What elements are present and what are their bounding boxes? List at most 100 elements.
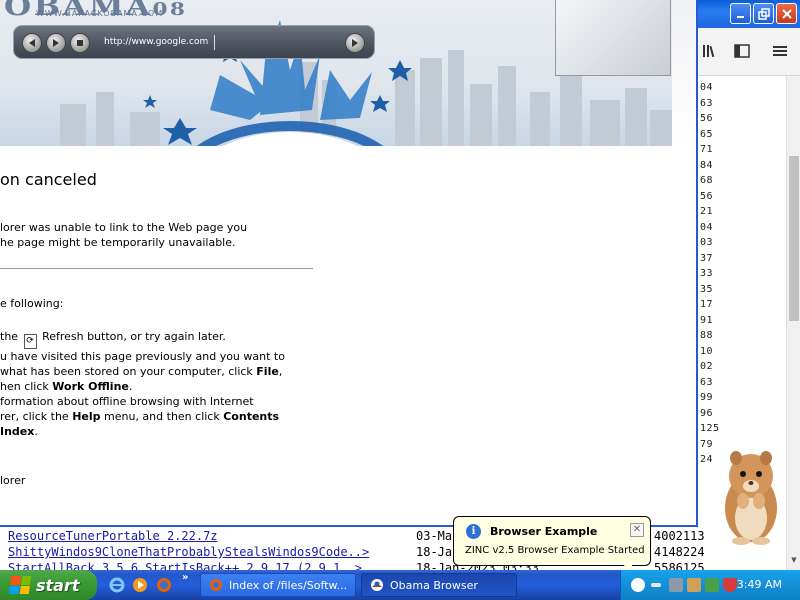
error-title: on canceled bbox=[0, 170, 97, 189]
quick-launch-more-icon[interactable]: » bbox=[182, 572, 188, 583]
file-size-value: 10 bbox=[700, 345, 714, 357]
listing-size: 4002113 bbox=[654, 529, 705, 543]
error-line-2: he page might be temporarily unavailable… bbox=[0, 236, 236, 249]
network-icon[interactable] bbox=[651, 583, 661, 587]
file-size-column: 04 63 56 65 71 84 68 56 21 04 03 37 33 35 17 91 88 10 02 63… bbox=[700, 82, 728, 470]
hamster-tray-icon[interactable] bbox=[687, 578, 701, 592]
error-footer: lorer bbox=[0, 474, 26, 487]
sidebar-icon[interactable] bbox=[732, 42, 752, 60]
balloon-title: Browser Example bbox=[490, 525, 598, 538]
notification-balloon[interactable]: i Browser Example ✕ ZINC v2.5 Browser Ex… bbox=[453, 516, 651, 579]
taskbar: start » Index of /files/Softw... Obama B… bbox=[0, 570, 800, 600]
background-window-titlebar bbox=[690, 0, 800, 28]
visited-line-2: what has been stored on your computer, c… bbox=[0, 365, 283, 378]
task-index-files[interactable]: Index of /files/Softw... bbox=[200, 573, 356, 597]
file-size-value: 65 bbox=[700, 128, 714, 140]
offline-line-1: formation about offline browsing with In… bbox=[0, 395, 254, 408]
text-cursor-icon bbox=[214, 35, 220, 50]
go-arrow-icon bbox=[352, 39, 358, 47]
listing-link[interactable]: ShittyWindos9CloneThatProbablyStealsWind… bbox=[8, 545, 369, 559]
file-size-value: 63 bbox=[700, 97, 714, 109]
file-size-value: 04 bbox=[700, 82, 714, 93]
windows-logo-icon bbox=[8, 576, 32, 594]
listing-link[interactable]: ResourceTunerPortable 2.22.7z bbox=[8, 529, 218, 543]
file-size-value: 04 bbox=[700, 221, 714, 233]
file-size-value: 56 bbox=[700, 113, 714, 124]
stop-button[interactable] bbox=[70, 33, 90, 53]
file-size-value: 91 bbox=[700, 314, 714, 326]
scrollbar-thumb[interactable] bbox=[789, 156, 799, 321]
offline-line-2: rer, click the Help menu, and then click… bbox=[0, 410, 280, 423]
close-icon bbox=[781, 8, 792, 19]
back-button[interactable] bbox=[22, 33, 42, 53]
file-size-value: 03 bbox=[700, 237, 714, 248]
security-tray-icon[interactable] bbox=[705, 578, 719, 592]
app-tray-icon[interactable] bbox=[669, 578, 683, 592]
listing-date: 03-Ma bbox=[416, 529, 453, 543]
divider bbox=[0, 268, 313, 269]
file-size-value: 37 bbox=[700, 252, 714, 264]
obama-logo-url: WWW.BARACKOBAMA.COM bbox=[36, 9, 164, 18]
file-size-value: 96 bbox=[700, 407, 714, 419]
file-size-value: 99 bbox=[700, 392, 714, 403]
file-size-value: 56 bbox=[700, 190, 714, 202]
banner-photo bbox=[555, 0, 671, 76]
menu-icon[interactable] bbox=[770, 42, 790, 60]
back-arrow-icon bbox=[29, 39, 35, 47]
file-size-value: 125 bbox=[700, 423, 720, 434]
balloon-close-button[interactable]: ✕ bbox=[630, 523, 644, 537]
obama-browser-window: OBAMA08 WWW.BARACKOBAMA.COM http://www.g… bbox=[0, 0, 698, 527]
listing-date: 18-Ja bbox=[416, 545, 453, 559]
library-icon[interactable] bbox=[700, 42, 720, 60]
go-button[interactable] bbox=[345, 33, 365, 53]
refresh-instruction: the ⟳ Refresh button, or try again later… bbox=[0, 329, 226, 349]
minimize-button[interactable] bbox=[730, 3, 751, 24]
scroll-down-arrow-icon[interactable]: ▼ bbox=[789, 556, 799, 566]
vertical-scrollbar[interactable]: ▼ bbox=[786, 76, 800, 570]
address-field[interactable]: http://www.google.com bbox=[104, 37, 264, 47]
task-obama-browser[interactable]: Obama Browser bbox=[361, 573, 517, 597]
shield-icon[interactable] bbox=[723, 578, 737, 592]
obama-logo-icon bbox=[371, 579, 383, 591]
minimize-icon bbox=[736, 15, 744, 18]
balloon-message: ZINC v2.5 Browser Example Started bbox=[465, 545, 645, 556]
restore-button[interactable] bbox=[753, 3, 774, 24]
refresh-icon: ⟳ bbox=[23, 334, 37, 349]
clock: 3:49 AM bbox=[736, 578, 782, 591]
file-size-value: 33 bbox=[700, 268, 714, 279]
file-size-value: 02 bbox=[700, 361, 714, 372]
listing-size: 5586125 bbox=[654, 561, 705, 570]
file-size-value: 17 bbox=[700, 299, 714, 310]
visited-line-3: hen click Work Offline. bbox=[0, 380, 133, 393]
background-window-toolbar bbox=[690, 28, 800, 76]
hamster-icon[interactable] bbox=[716, 446, 786, 546]
stop-icon bbox=[77, 40, 83, 46]
obama-tray-icon[interactable] bbox=[631, 578, 645, 592]
obama-banner: OBAMA08 WWW.BARACKOBAMA.COM http://www.g… bbox=[0, 0, 696, 146]
browser-window-icon bbox=[210, 579, 222, 591]
file-size-value: 88 bbox=[700, 330, 714, 341]
start-button[interactable]: start bbox=[0, 570, 97, 600]
firefox-icon[interactable] bbox=[155, 576, 173, 594]
forward-button[interactable] bbox=[46, 33, 66, 53]
try-following-text: e following: bbox=[0, 297, 64, 310]
system-tray: 3:49 AM bbox=[620, 570, 800, 600]
play-forward-icon bbox=[53, 39, 59, 47]
file-size-value: 21 bbox=[700, 206, 714, 217]
internet-explorer-icon[interactable] bbox=[108, 576, 126, 594]
media-player-icon[interactable] bbox=[131, 576, 149, 594]
offline-line-3: Index. bbox=[0, 425, 38, 438]
restore-icon bbox=[757, 7, 770, 20]
file-size-value: 84 bbox=[700, 159, 714, 171]
file-size-value: 35 bbox=[700, 283, 714, 295]
banner-edge bbox=[672, 0, 696, 146]
visited-line-1: u have visited this page previously and … bbox=[0, 350, 285, 363]
listing-size: 4148224 bbox=[654, 545, 705, 559]
info-icon: i bbox=[466, 524, 481, 539]
file-size-value: 63 bbox=[700, 376, 714, 388]
file-size-value: 71 bbox=[700, 144, 714, 155]
close-button[interactable] bbox=[776, 3, 797, 24]
navigation-bar: http://www.google.com bbox=[13, 25, 375, 59]
error-line-1: lorer was unable to link to the Web page… bbox=[0, 221, 248, 234]
listing-link[interactable]: StartAllBack 3.5.6 StartIsBack++ 2.9.17 … bbox=[8, 561, 362, 570]
